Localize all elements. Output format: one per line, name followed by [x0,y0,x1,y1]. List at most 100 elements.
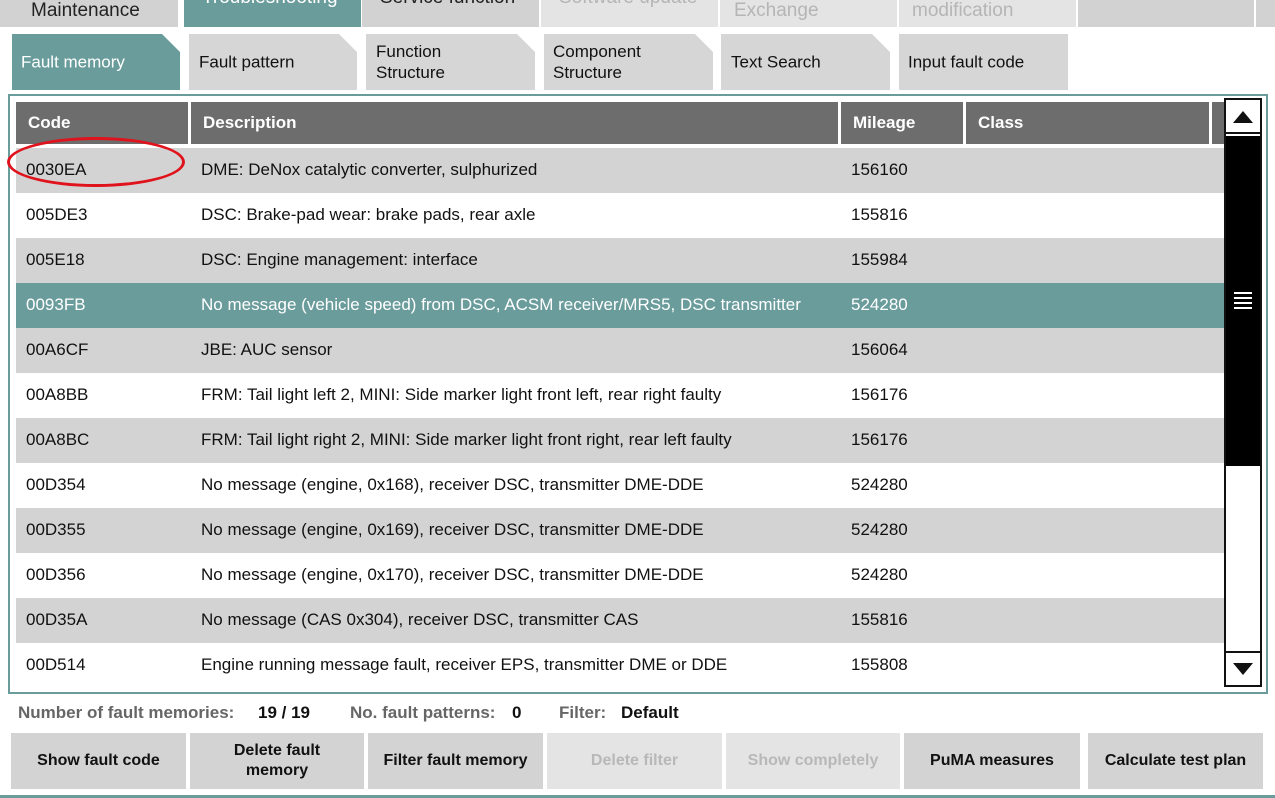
cell-description: DME: DeNox catalytic converter, sulphuri… [201,160,538,179]
table-row[interactable]: 00A8BC FRM: Tail light right 2, MINI: Sid… [16,418,1224,463]
tab-modification-label: modification [912,0,1014,21]
cell-description: JBE: AUC sensor [201,340,333,359]
fault-list: 0030EA DME: DeNox catalytic converter, su… [16,148,1224,688]
cell-code: 00D35A [26,610,88,629]
puma-measures-label: PuMA measures [930,752,1054,769]
table-scrollbar[interactable] [1224,98,1262,687]
calculate-test-plan-button[interactable]: Calculate test plan [1088,733,1263,789]
cell-mileage: 524280 [851,520,908,539]
tab-function-structure-label: Function Structure [376,42,445,82]
fault-memory-panel: Code Description Mileage Class 0030EA DME… [8,94,1268,694]
tab-fault-pattern-label: Fault pattern [199,52,295,72]
filter-fault-memory-button[interactable]: Filter fault memory [368,733,543,789]
puma-measures-button[interactable]: PuMA measures [904,733,1080,789]
cell-mileage: 156176 [851,430,908,449]
tab-fault-memory-label: Fault memory [21,52,125,72]
tab-exchange-label: Exchange [734,0,819,21]
calculate-test-plan-label: Calculate test plan [1104,752,1247,769]
cell-description: Engine running message fault, receiver E… [201,655,728,674]
tab-modification[interactable]: modification [899,0,1076,27]
cell-description: No message (engine, 0x169), receiver DSC… [201,520,704,539]
table-row[interactable]: 0030EA DME: DeNox catalytic converter, su… [16,148,1224,193]
pattern-count-label: No. fault patterns: [350,703,496,722]
delete-fault-memory-label: Delete fault memory [233,742,321,779]
tab-fault-pattern[interactable]: Fault pattern [189,34,357,90]
triangle-down-icon [1233,663,1253,675]
table-row[interactable]: 00D355 No message (engine, 0x169), receiv… [16,508,1224,553]
cell-description: No message (engine, 0x170), receiver DSC… [201,565,704,584]
cell-code: 0030EA [26,160,87,179]
cell-mileage: 155816 [851,205,908,224]
tab-troubleshooting[interactable]: Troubleshooting [184,0,361,27]
triangle-up-icon [1233,111,1253,123]
tab-maintenance-label: Maintenance [31,0,140,21]
cell-mileage: 155984 [851,250,908,269]
tab-fault-memory[interactable]: Fault memory [12,34,180,90]
tab-maintenance[interactable]: Maintenance [0,0,178,27]
tab-text-search[interactable]: Text Search [721,34,890,90]
tab-input-fault-code-label: Input fault code [908,52,1025,72]
tab-input-fault-code[interactable]: Input fault code [899,34,1068,90]
table-row[interactable]: 00D514 Engine running message fault, rece… [16,643,1224,688]
column-header-description[interactable]: Description [191,102,838,144]
table-row[interactable]: 00A8BB FRM: Tail light left 2, MINI: Side… [16,373,1224,418]
cell-mileage: 156160 [851,160,908,179]
table-row[interactable]: 00D356 No message (engine, 0x170), receiv… [16,553,1224,598]
cell-code: 00A8BC [26,430,90,449]
delete-filter-button[interactable]: Delete filter [547,733,722,789]
filter-value: Default [621,703,679,722]
scroll-down-button[interactable] [1226,651,1260,685]
tab-exchange[interactable]: Exchange [720,0,897,27]
cell-description: DSC: Engine management: interface [201,250,478,269]
cell-code: 005E18 [26,250,85,269]
cell-description: No message (CAS 0x304), receiver DSC, tr… [201,610,639,629]
cell-mileage: 155816 [851,610,908,629]
cell-mileage: 524280 [851,565,908,584]
cell-description: No message (engine, 0x168), receiver DSC… [201,475,704,494]
scroll-thumb[interactable] [1226,136,1260,466]
show-completely-button[interactable]: Show completely [726,733,900,789]
tab-component-structure[interactable]: Component Structure [544,34,713,90]
column-header-code-label: Code [28,113,71,132]
cell-description: DSC: Brake-pad wear: brake pads, rear ax… [201,205,536,224]
fault-count-label: Number of fault memories: [18,703,235,722]
grip-lines-icon [1234,292,1252,294]
cell-mileage: 524280 [851,295,908,314]
show-fault-code-button[interactable]: Show fault code [11,733,186,789]
tab-function-structure[interactable]: Function Structure [366,34,535,90]
tab-service-function-label: Service function [380,0,515,9]
tab-component-structure-label: Component Structure [553,42,641,82]
cell-code: 005DE3 [26,205,88,224]
tab-corner-notch [695,34,713,52]
scroll-up-button[interactable] [1226,100,1260,134]
delete-fault-memory-button[interactable]: Delete fault memory [190,733,364,789]
table-row[interactable]: 005DE3 DSC: Brake-pad wear: brake pads, r… [16,193,1224,238]
table-row[interactable]: 00D354 No message (engine, 0x168), receiv… [16,463,1224,508]
column-header-mileage-label: Mileage [853,113,916,132]
tab-blank-1[interactable] [1078,0,1254,27]
filter-fault-memory-label: Filter fault memory [383,752,528,769]
show-completely-label: Show completely [747,752,879,769]
tab-blank-2[interactable] [1256,0,1275,27]
cell-description: FRM: Tail light right 2, MINI: Side mark… [201,430,732,449]
cell-description: FRM: Tail light left 2, MINI: Side marke… [201,385,722,404]
table-row[interactable]: 00D35A No message (CAS 0x304), receiver D… [16,598,1224,643]
table-row[interactable]: 005E18 DSC: Engine management: interface 1… [16,238,1224,283]
column-header-class-label: Class [978,113,1024,132]
grip-lines-icon [1234,302,1252,304]
table-row[interactable]: 00A6CF JBE: AUC sensor 156064 [16,328,1224,373]
cell-code: 00D355 [26,520,86,539]
tab-corner-notch [162,34,180,52]
cell-mileage: 155808 [851,655,908,674]
column-header-code[interactable]: Code [16,102,188,144]
cell-code: 00D356 [26,565,86,584]
cell-code: 00D514 [26,655,86,674]
table-row[interactable]: 0093FB No message (vehicle speed) from DS… [16,283,1224,328]
column-header-mileage[interactable]: Mileage [841,102,963,144]
cell-description: No message (vehicle speed) from DSC, ACS… [201,295,801,314]
tab-software-update[interactable]: Software update [541,0,718,27]
tab-troubleshooting-label: Troubleshooting [202,0,338,9]
pattern-count-value: 0 [512,703,522,722]
tab-service-function[interactable]: Service function [362,0,539,27]
column-header-class[interactable]: Class [966,102,1209,144]
